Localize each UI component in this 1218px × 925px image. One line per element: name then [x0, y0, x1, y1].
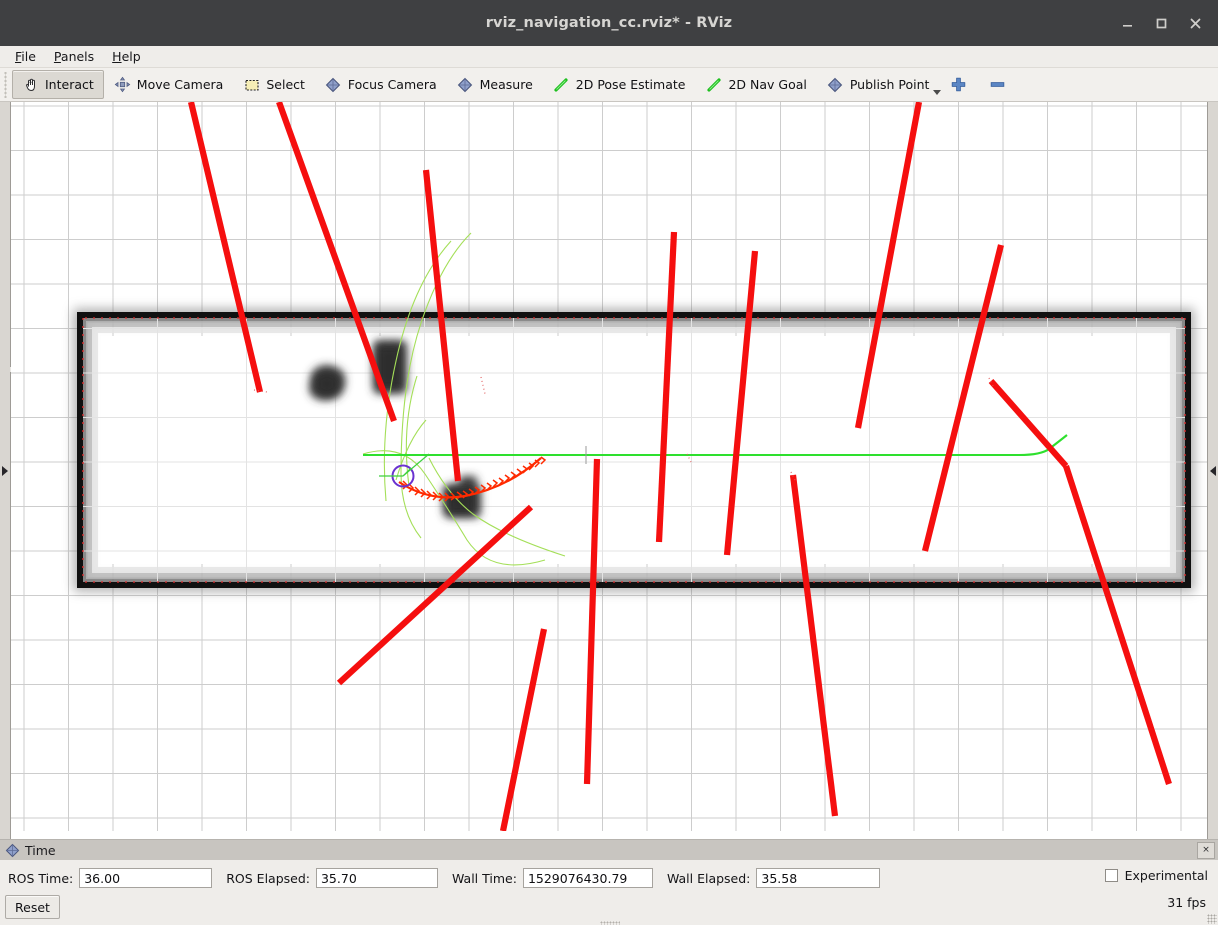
render-view-container [0, 102, 1218, 839]
ros-elapsed-label: ROS Elapsed: [226, 870, 310, 886]
green-arrow-icon [553, 76, 570, 93]
window-resize-grip[interactable] [1207, 914, 1217, 924]
tool-2d-pose-estimate-label: 2D Pose Estimate [575, 77, 686, 92]
select-rect-icon [243, 76, 260, 93]
ros-time-input[interactable]: 36.00 [79, 868, 213, 888]
rviz-3d-canvas[interactable] [10, 102, 1208, 839]
time-panel: Time × ROS Time: 36.00 ROS Elapsed: 35.7… [0, 839, 1218, 925]
tool-publish-point-label: Publish Point [849, 77, 930, 92]
tool-focus-camera-button[interactable]: Focus Camera [315, 70, 447, 99]
wall-elapsed-label: Wall Elapsed: [666, 870, 751, 886]
wall-elapsed-input[interactable]: 35.58 [756, 868, 881, 888]
time-panel-title: Time [25, 842, 56, 858]
fps-counter: 31 fps [1167, 895, 1206, 910]
panel-resize-grip[interactable] [600, 921, 620, 925]
chevron-right-icon [1, 465, 8, 476]
occupancy-map [73, 308, 1195, 592]
remove-tool-button[interactable] [978, 70, 1017, 99]
tool-move-camera-button[interactable]: Move Camera [104, 70, 234, 99]
time-fields-row: ROS Time: 36.00 ROS Elapsed: 35.70 Wall … [0, 860, 1218, 888]
close-icon[interactable] [1178, 6, 1212, 40]
tool-select-button[interactable]: Select [233, 70, 315, 99]
tool-move-camera-label: Move Camera [136, 77, 224, 92]
wall-time-input[interactable]: 1529076430.79 [522, 868, 653, 888]
right-panel-expand-handle[interactable] [1207, 102, 1218, 839]
tool-publish-point-button[interactable]: Publish Point [817, 70, 940, 99]
tool-interact-label: Interact [45, 77, 94, 92]
menu-help-label: elp [121, 49, 141, 64]
scene-svg [10, 102, 1208, 831]
diamond-icon [827, 76, 844, 93]
left-panel-expand-handle[interactable] [0, 102, 62, 839]
diamond-icon [457, 76, 474, 93]
add-tool-button[interactable] [939, 70, 978, 99]
menu-panels[interactable]: Panels [45, 47, 103, 66]
menu-file[interactable]: File [6, 47, 45, 66]
ros-time-label: ROS Time: [8, 870, 74, 886]
menu-help[interactable]: Help [103, 47, 150, 66]
main-toolbar: Interact Move Camera Select Focus Camera… [0, 67, 1218, 102]
green-arrow-icon [705, 76, 722, 93]
close-icon[interactable]: × [1197, 842, 1215, 859]
tool-measure-button[interactable]: Measure [447, 70, 543, 99]
hand-cursor-icon [22, 76, 39, 93]
move-camera-icon [114, 76, 131, 93]
tool-measure-label: Measure [479, 77, 533, 92]
minus-icon [989, 76, 1006, 93]
tool-2d-nav-goal-label: 2D Nav Goal [728, 77, 807, 92]
experimental-label: Experimental [1124, 868, 1208, 883]
chevron-down-icon[interactable] [933, 90, 941, 95]
window-title: rviz_navigation_cc.rviz* - RViz [485, 15, 733, 31]
menu-panels-label: anels [60, 49, 95, 64]
tool-2d-pose-estimate-button[interactable]: 2D Pose Estimate [543, 70, 696, 99]
experimental-checkbox[interactable] [1104, 869, 1118, 882]
menu-file-label: ile [21, 49, 36, 64]
experimental-toggle[interactable]: Experimental [1104, 868, 1208, 883]
diamond-icon [5, 843, 20, 858]
tool-interact-button[interactable]: Interact [12, 70, 104, 99]
wall-time-label: Wall Time: [451, 870, 517, 886]
maximize-icon[interactable] [1144, 6, 1178, 40]
reset-button[interactable]: Reset [5, 895, 60, 919]
minimize-icon[interactable] [1110, 6, 1144, 40]
menubar: File Panels Help [0, 46, 1218, 67]
rviz-main-window: rviz_navigation_cc.rviz* - RViz File Pan… [0, 0, 1218, 925]
toolbar-drag-handle[interactable] [2, 71, 10, 98]
time-panel-header: Time × [0, 840, 1218, 860]
plus-icon [950, 76, 967, 93]
window-titlebar: rviz_navigation_cc.rviz* - RViz [0, 0, 1218, 46]
tool-focus-camera-label: Focus Camera [347, 77, 437, 92]
chevron-left-icon [1210, 465, 1216, 476]
tool-select-label: Select [266, 77, 305, 92]
time-panel-footer: Reset 31 fps [0, 888, 1218, 925]
window-controls [1110, 0, 1212, 46]
tool-2d-nav-goal-button[interactable]: 2D Nav Goal [695, 70, 816, 99]
ros-elapsed-input[interactable]: 35.70 [315, 868, 438, 888]
diamond-icon [325, 76, 342, 93]
